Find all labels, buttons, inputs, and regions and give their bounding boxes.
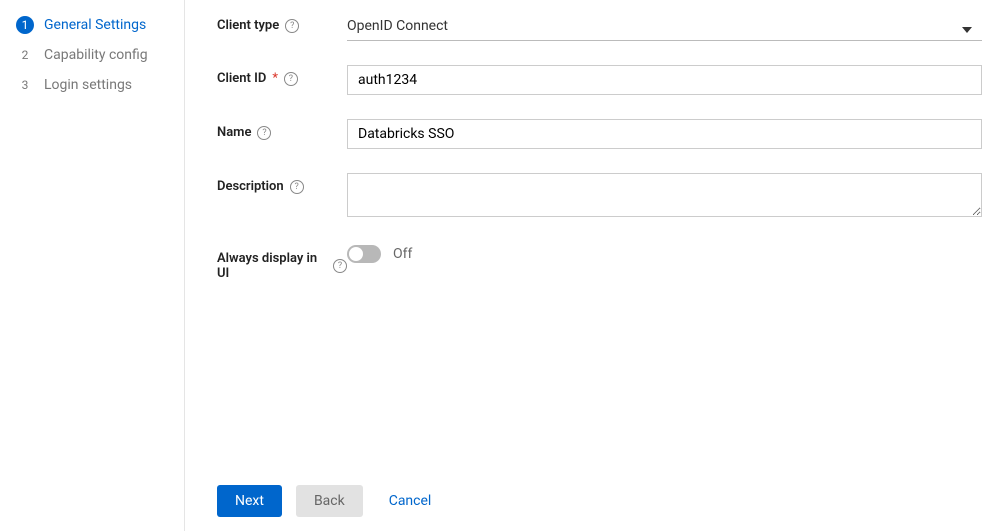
- description-textarea[interactable]: [347, 173, 982, 217]
- help-icon[interactable]: ?: [257, 126, 271, 140]
- step-label: General Settings: [44, 17, 146, 33]
- wizard-sidebar: 1 General Settings 2 Capability config 3…: [0, 0, 185, 531]
- step-capability-config[interactable]: 2 Capability config: [8, 40, 184, 70]
- main-panel: Client type ? OpenID Connect Client ID *…: [185, 0, 1000, 531]
- client-type-label: Client type: [217, 18, 279, 33]
- help-icon[interactable]: ?: [284, 72, 298, 86]
- field-row-client-type: Client type ? OpenID Connect: [217, 12, 982, 41]
- field-row-client-id: Client ID * ?: [217, 65, 982, 95]
- cancel-button[interactable]: Cancel: [377, 485, 444, 517]
- required-indicator: *: [272, 71, 278, 86]
- always-display-toggle[interactable]: [347, 245, 381, 263]
- next-button[interactable]: Next: [217, 485, 282, 517]
- step-general-settings[interactable]: 1 General Settings: [8, 10, 184, 40]
- name-input[interactable]: [347, 119, 982, 149]
- step-number-badge: 1: [16, 16, 34, 34]
- help-icon[interactable]: ?: [333, 259, 347, 273]
- field-row-always-display: Always display in UI ? Off: [217, 245, 982, 281]
- step-label: Capability config: [44, 47, 148, 63]
- step-number-badge: 3: [16, 76, 34, 94]
- help-icon[interactable]: ?: [290, 180, 304, 194]
- client-type-select[interactable]: OpenID Connect: [347, 12, 982, 41]
- back-button[interactable]: Back: [296, 485, 363, 517]
- client-id-label: Client ID: [217, 71, 266, 86]
- always-display-label: Always display in UI: [217, 251, 327, 281]
- step-login-settings[interactable]: 3 Login settings: [8, 70, 184, 100]
- client-id-input[interactable]: [347, 65, 982, 95]
- field-row-name: Name ?: [217, 119, 982, 149]
- description-label: Description: [217, 179, 284, 194]
- toggle-state-label: Off: [393, 246, 412, 262]
- help-icon[interactable]: ?: [285, 19, 299, 33]
- field-row-description: Description ?: [217, 173, 982, 221]
- name-label: Name: [217, 125, 251, 140]
- step-number-badge: 2: [16, 46, 34, 64]
- step-label: Login settings: [44, 77, 132, 93]
- wizard-footer: Next Back Cancel: [217, 471, 982, 531]
- toggle-knob: [349, 247, 363, 261]
